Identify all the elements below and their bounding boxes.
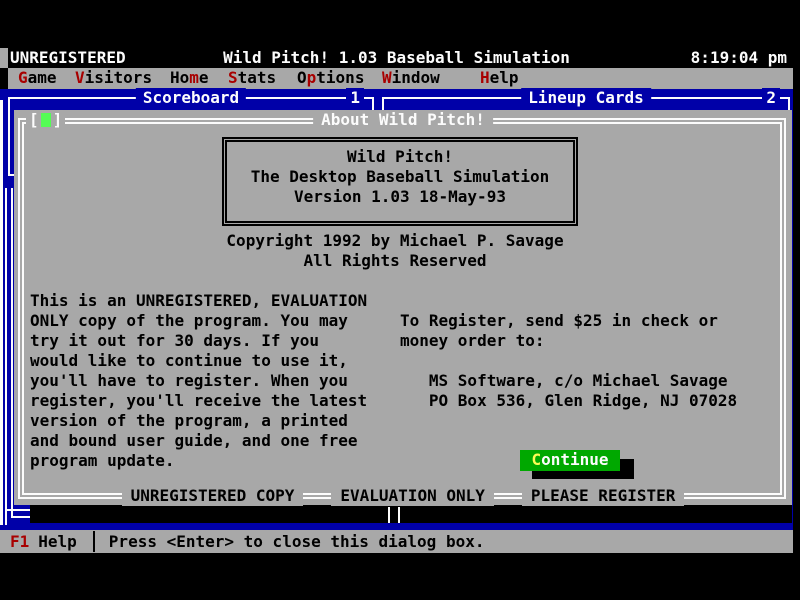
close-button[interactable]: [] bbox=[26, 110, 65, 130]
evaluation-notice-text: This is an UNREGISTERED, EVALUATION ONLY… bbox=[30, 291, 367, 471]
status-divider bbox=[93, 531, 95, 552]
background-window-border-fragment bbox=[5, 509, 31, 511]
background-window-border-fragment bbox=[5, 188, 7, 525]
copyright-text: Copyright 1992 by Michael P. Savage All … bbox=[30, 231, 760, 271]
window-scoreboard-title[interactable]: Scoreboard bbox=[136, 88, 246, 108]
dialog-shadow bbox=[30, 505, 792, 523]
program-subtitle: The Desktop Baseball Simulation bbox=[227, 167, 573, 187]
status-bar: F1 Help Press <Enter> to close this dial… bbox=[0, 530, 793, 553]
program-info-box: Wild Pitch! The Desktop Baseball Simulat… bbox=[222, 137, 578, 226]
status-message: Press <Enter> to close this dialog box. bbox=[109, 532, 485, 552]
status-f1-key[interactable]: F1 bbox=[10, 532, 29, 552]
dialog-title: About Wild Pitch! bbox=[313, 110, 493, 130]
background-window-border-fragment bbox=[398, 507, 400, 523]
window-lineup-cards-title[interactable]: Lineup Cards bbox=[521, 88, 651, 108]
background-window-border-fragment bbox=[11, 516, 31, 518]
menu-item-visitors[interactable]: Visitors bbox=[75, 68, 152, 89]
background-window-border-fragment bbox=[11, 188, 13, 518]
footer-label-unregistered: UNREGISTERED COPY bbox=[122, 486, 304, 506]
menu-item-window[interactable]: Window bbox=[382, 68, 440, 89]
registration-address-text: To Register, send $25 in check or money … bbox=[400, 311, 737, 411]
close-icon bbox=[41, 113, 51, 127]
continue-button[interactable]: Continue bbox=[520, 450, 620, 471]
program-name: Wild Pitch! bbox=[227, 147, 573, 167]
screen: UNREGISTERED Wild Pitch! 1.03 Baseball S… bbox=[0, 0, 800, 600]
menu-item-stats[interactable]: Stats bbox=[228, 68, 276, 89]
menu-item-home[interactable]: Home bbox=[170, 68, 209, 89]
program-version: Version 1.03 18-May-93 bbox=[227, 187, 573, 207]
clock: 8:19:04 pm bbox=[691, 48, 787, 68]
window-scoreboard-number: 1 bbox=[346, 88, 364, 108]
window-lineup-cards-number: 2 bbox=[762, 88, 780, 108]
menu-bar: Game Visitors Home Stats Options Window … bbox=[8, 68, 793, 89]
background-window-border-fragment bbox=[388, 507, 390, 523]
app-title-bar: UNREGISTERED Wild Pitch! 1.03 Baseball S… bbox=[0, 48, 793, 68]
menu-item-options[interactable]: Options bbox=[297, 68, 364, 89]
status-help-label[interactable]: Help bbox=[38, 532, 77, 552]
background-window-edge bbox=[0, 100, 3, 525]
footer-label-register: PLEASE REGISTER bbox=[522, 486, 685, 506]
app-title: Wild Pitch! 1.03 Baseball Simulation bbox=[0, 48, 793, 68]
menu-item-help[interactable]: Help bbox=[480, 68, 519, 89]
footer-label-evaluation: EVALUATION ONLY bbox=[331, 486, 494, 506]
menu-item-game[interactable]: Game bbox=[18, 68, 57, 89]
dialog-footer-labels: UNREGISTERED COPY EVALUATION ONLY PLEASE… bbox=[14, 486, 792, 506]
about-dialog: About Wild Pitch! [] Wild Pitch! The Des… bbox=[14, 110, 792, 505]
